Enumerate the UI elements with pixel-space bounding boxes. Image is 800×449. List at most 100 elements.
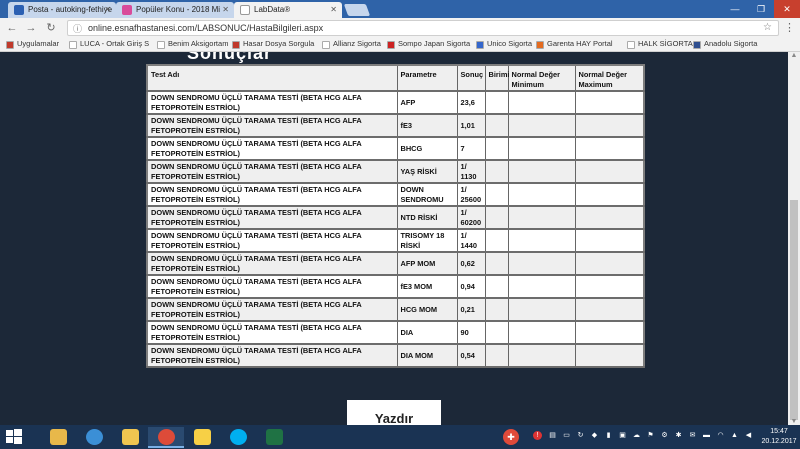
url-text: online.esnafhastanesi.com/LABSONUC/Hasta…	[88, 23, 324, 33]
new-tab-button[interactable]	[343, 4, 371, 16]
bluetooth-tray-icon[interactable]: ✱	[674, 431, 683, 440]
reload-icon[interactable]: ↻	[44, 21, 58, 35]
browser-tab[interactable]: Popüler Konu - 2018 Mi ✕	[116, 2, 234, 18]
display-tray-icon[interactable]: ▭	[562, 431, 571, 440]
results-table: Test Adı Parametre Sonuç Birimi Normal D…	[146, 64, 645, 368]
cell-parameter: NTD RİSKİ	[396, 205, 458, 230]
cell-normal-max	[574, 320, 645, 345]
bookmark-item[interactable]: Hasar Dosya Sorgula	[232, 39, 315, 49]
tab-close-icon[interactable]: ✕	[222, 5, 229, 14]
cloud-tray-icon[interactable]: ☁	[632, 431, 641, 440]
network-tray-icon[interactable]: ▤	[548, 431, 557, 440]
bookmark-star-icon[interactable]: ☆	[763, 22, 772, 33]
table-row: DOWN SENDROMU ÜÇLÜ TARAMA TESTİ (BETA HC…	[146, 159, 645, 184]
cell-normal-max	[574, 251, 645, 276]
cell-unit	[484, 343, 509, 368]
cell-result: 23,6	[456, 90, 486, 115]
windows-start-icon[interactable]	[4, 428, 24, 446]
system-clock[interactable]: 15:47 20.12.2017	[760, 427, 798, 447]
cell-parameter: DIA	[396, 320, 458, 345]
usb-tray-icon[interactable]: ▮	[604, 431, 613, 440]
taskbar-app-file-explorer[interactable]	[40, 427, 76, 448]
taskbar-app-excel[interactable]	[256, 427, 292, 448]
cell-result: 0,94	[456, 274, 486, 299]
cell-normal-min	[507, 113, 576, 138]
table-row: DOWN SENDROMU ÜÇLÜ TARAMA TESTİ (BETA HC…	[146, 343, 645, 368]
cell-normal-min	[507, 228, 576, 253]
skype-icon	[230, 429, 247, 445]
cell-parameter: YAŞ RİSKİ	[396, 159, 458, 184]
maximize-icon[interactable]: ❐	[748, 0, 774, 18]
chat-tray-icon[interactable]: ✉	[688, 431, 697, 440]
bookmark-label: Hasar Dosya Sorgula	[243, 39, 315, 48]
cell-unit	[484, 274, 509, 299]
back-icon[interactable]: ←	[5, 21, 19, 35]
scroll-up-icon[interactable]: ▲	[788, 52, 800, 59]
signal-tray-icon[interactable]: ▲	[730, 431, 739, 440]
sync-tray-icon[interactable]: ↻	[576, 431, 585, 440]
bookmark-favicon-icon	[232, 41, 240, 49]
close-window-icon[interactable]: ✕	[774, 0, 800, 18]
cell-test-name: DOWN SENDROMU ÜÇLÜ TARAMA TESTİ (BETA HC…	[146, 297, 398, 322]
taskbar-app-skype[interactable]	[220, 427, 256, 448]
cell-result: 90	[456, 320, 486, 345]
scrollbar-thumb[interactable]	[790, 200, 798, 420]
tab-close-icon[interactable]: ✕	[330, 5, 337, 14]
print-button[interactable]: Yazdır	[347, 400, 441, 425]
tray-app-icon[interactable]: ✚	[503, 429, 519, 445]
cell-normal-max	[574, 274, 645, 299]
cell-normal-max	[574, 113, 645, 138]
table-row: DOWN SENDROMU ÜÇLÜ TARAMA TESTİ (BETA HC…	[146, 90, 645, 115]
bookmark-item[interactable]: Benim Aksigortam	[157, 39, 228, 49]
shield-tray-icon[interactable]: ◆	[590, 431, 599, 440]
cell-test-name: DOWN SENDROMU ÜÇLÜ TARAMA TESTİ (BETA HC…	[146, 343, 398, 368]
cell-normal-max	[574, 90, 645, 115]
browser-tab[interactable]: Posta - autoking-fethiye ✕	[8, 2, 116, 18]
page-scrollbar[interactable]: ▲ ▼	[788, 52, 800, 425]
bookmark-item[interactable]: Allianz Sigorta	[322, 39, 381, 49]
flag-tray-icon[interactable]: ⚑	[646, 431, 655, 440]
taskbar-app-internet-explorer[interactable]	[76, 427, 112, 448]
volume-icon[interactable]: ◀	[744, 431, 753, 440]
cell-normal-max	[574, 343, 645, 368]
bookmark-favicon-icon	[69, 41, 77, 49]
bookmark-item[interactable]: LUCA - Ortak Giriş S	[69, 39, 149, 49]
printer-tray-icon[interactable]: ▣	[618, 431, 627, 440]
browser-tab[interactable]: LabData® ✕	[234, 2, 342, 18]
minimize-icon[interactable]: —	[722, 0, 748, 18]
taskbar-app-folder[interactable]	[112, 427, 148, 448]
taskbar-app-akis[interactable]	[184, 427, 220, 448]
taskbar-app-chrome[interactable]	[148, 427, 184, 448]
bookmark-favicon-icon	[157, 41, 165, 49]
bookmark-item[interactable]: Uygulamalar	[6, 39, 59, 49]
excel-icon	[266, 429, 283, 445]
battery-tray-icon[interactable]: ▬	[702, 431, 711, 440]
cell-result: 0,62	[456, 251, 486, 276]
menu-icon[interactable]: ⋮	[784, 21, 795, 34]
cell-result: 7	[456, 136, 486, 161]
cell-parameter: fE3	[396, 113, 458, 138]
forward-icon[interactable]: →	[24, 21, 38, 35]
bookmark-item[interactable]: Garenta HAY Portal	[536, 39, 613, 49]
windows-taskbar: ✚ ! ▤ ▭ ↻ ◆ ▮ ▣ ☁ ⚑ ⚙ ✱ ✉ ▬ ◠ ▲ ◀ 15:47 …	[0, 425, 800, 449]
scroll-down-icon[interactable]: ▼	[788, 418, 800, 425]
page-content: Sonuçlar Test Adı Parametre Sonuç Birimi…	[0, 52, 788, 425]
alert-icon[interactable]: !	[533, 431, 542, 440]
bookmark-item[interactable]: Unico Sigorta	[476, 39, 532, 49]
cell-result: 1/ 60200	[456, 205, 486, 230]
bookmark-item[interactable]: Sompo Japan Sigorta	[387, 39, 470, 49]
table-row: DOWN SENDROMU ÜÇLÜ TARAMA TESTİ (BETA HC…	[146, 251, 645, 276]
gear-tray-icon[interactable]: ⚙	[660, 431, 669, 440]
page-info-icon[interactable]: ⓘ	[73, 22, 82, 35]
cell-test-name: DOWN SENDROMU ÜÇLÜ TARAMA TESTİ (BETA HC…	[146, 205, 398, 230]
bookmark-item[interactable]: Anadolu Sigorta	[693, 39, 757, 49]
table-row: DOWN SENDROMU ÜÇLÜ TARAMA TESTİ (BETA HC…	[146, 182, 645, 207]
cell-unit	[484, 136, 509, 161]
tab-close-icon[interactable]: ✕	[104, 5, 111, 14]
table-row: DOWN SENDROMU ÜÇLÜ TARAMA TESTİ (BETA HC…	[146, 113, 645, 138]
address-bar[interactable]: ⓘ online.esnafhastanesi.com/LABSONUC/Has…	[67, 20, 779, 36]
bookmark-item[interactable]: HALK SİGORTA	[627, 39, 693, 49]
cell-normal-max	[574, 228, 645, 253]
cell-result: 1,01	[456, 113, 486, 138]
wifi-tray-icon[interactable]: ◠	[716, 431, 725, 440]
